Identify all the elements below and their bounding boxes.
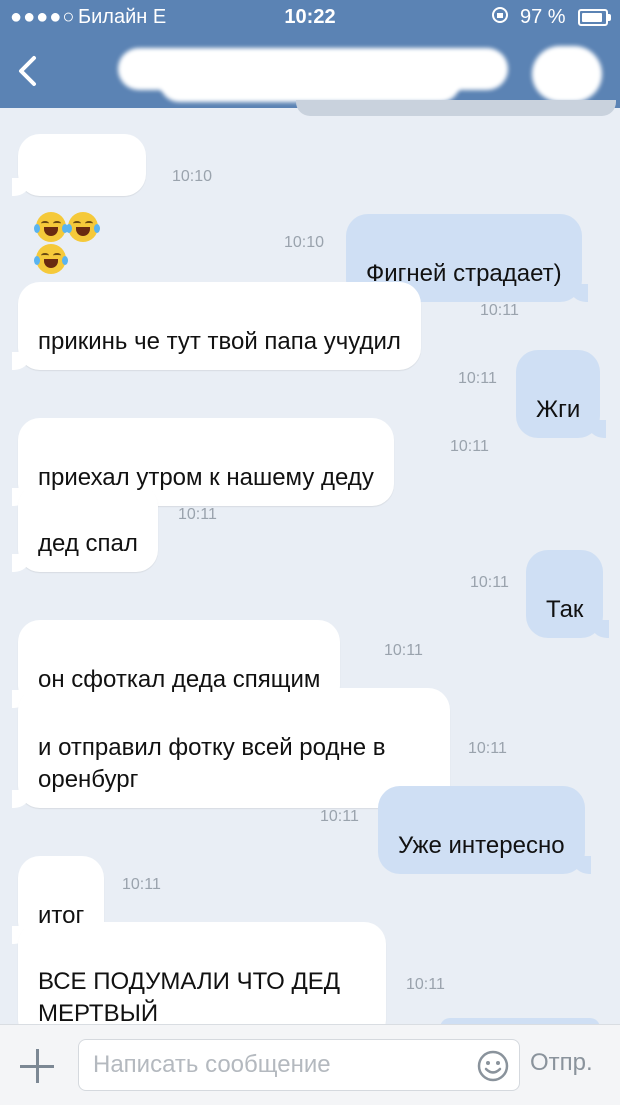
message-time: 10:11 bbox=[480, 302, 519, 319]
message-time: 10:11 bbox=[384, 642, 423, 659]
battery-icon bbox=[578, 9, 611, 26]
message-text: Так bbox=[546, 596, 584, 623]
back-button[interactable] bbox=[12, 54, 46, 88]
message-time: 10:11 bbox=[320, 808, 359, 825]
message-text: ВСЕ ПОДУМАЛИ ЧТО ДЕД МЕРТВЫЙ bbox=[38, 968, 341, 1027]
message-bubble-incoming[interactable] bbox=[12, 134, 146, 274]
message-time: 10:10 bbox=[172, 168, 213, 185]
rotation-lock-icon bbox=[490, 5, 510, 31]
message-time: 10:11 bbox=[470, 574, 509, 591]
smiley-icon bbox=[477, 1050, 509, 1082]
message-text: Уже интересно bbox=[398, 832, 565, 859]
message-bubble-incoming[interactable]: прикинь че тут твой папа учудил bbox=[12, 282, 421, 370]
face-with-tears-of-joy-icon bbox=[66, 211, 100, 242]
message-time: 10:11 bbox=[122, 876, 161, 893]
emoji-button[interactable] bbox=[476, 1049, 510, 1083]
message-time: 10:11 bbox=[178, 506, 217, 523]
message-text: Фигней страдает) bbox=[366, 260, 562, 287]
message-text: Жги bbox=[536, 396, 581, 423]
message-time: 10:10 bbox=[284, 234, 325, 251]
face-with-tears-of-joy-icon bbox=[34, 211, 68, 242]
message-text: итог bbox=[38, 902, 85, 929]
message-text: и отправил фотку всей родне в оренбург bbox=[38, 734, 386, 793]
chevron-left-icon bbox=[19, 56, 36, 86]
redacted-chat-subtitle bbox=[160, 64, 460, 102]
message-time: 10:11 bbox=[458, 370, 497, 387]
message-bubble-outgoing[interactable]: Так bbox=[526, 550, 610, 638]
message-input[interactable] bbox=[78, 1039, 520, 1091]
message-time: 10:11 bbox=[450, 438, 489, 455]
message-bubble-incoming[interactable]: дед спал bbox=[12, 484, 158, 572]
message-time: 10:11 bbox=[406, 976, 445, 993]
emoji-row bbox=[34, 211, 100, 274]
battery-percent: 97 % bbox=[520, 6, 566, 28]
message-bubble-outgoing[interactable]: Уже интересно bbox=[378, 786, 591, 874]
message-bubble-outgoing[interactable]: Жги bbox=[516, 350, 607, 438]
message-text: дед спал bbox=[38, 530, 138, 557]
battery-fill bbox=[582, 13, 603, 22]
previous-photo-message[interactable] bbox=[296, 100, 616, 116]
chat-header bbox=[0, 34, 620, 108]
message-time: 10:11 bbox=[468, 740, 507, 757]
avatar[interactable] bbox=[532, 46, 602, 102]
attach-button[interactable] bbox=[20, 1049, 54, 1083]
message-text: прикинь че тут твой папа учудил bbox=[38, 328, 401, 355]
message-text: приехал утром к нашему деду bbox=[38, 464, 374, 491]
status-bar: ●●●●○ Билайн E 10:22 97 % bbox=[0, 0, 620, 34]
battery-tip bbox=[608, 14, 611, 21]
message-composer: Отпр. bbox=[0, 1024, 620, 1105]
face-with-tears-of-joy-icon bbox=[34, 243, 68, 274]
send-button[interactable]: Отпр. bbox=[530, 1049, 593, 1077]
message-text: он сфоткал деда спящим bbox=[38, 666, 321, 693]
